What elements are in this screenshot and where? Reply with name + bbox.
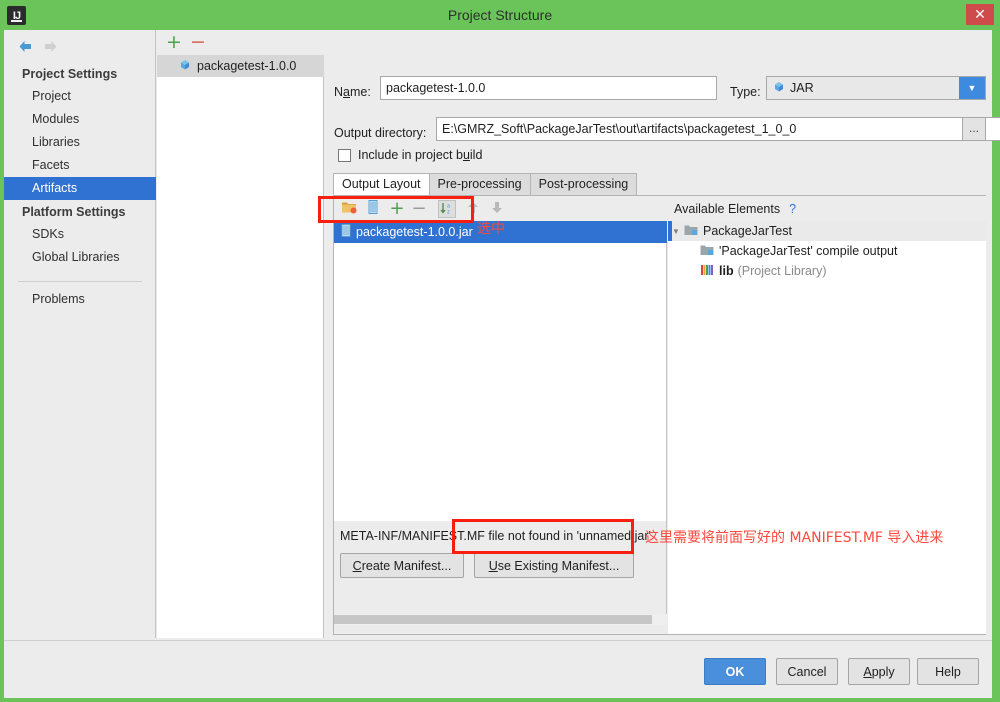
manifest-panel: META-INF/MANIFEST.MF file not found in '… — [334, 521, 667, 614]
available-elements-tree: ▼ PackageJarTest 'PackageJarTest' compil… — [668, 221, 986, 634]
navigation-arrows — [14, 36, 61, 60]
tab-pre-processing[interactable]: Pre-processing — [428, 173, 531, 195]
output-jar-label: packagetest-1.0.0.jar — [356, 225, 473, 239]
output-layout-panel: + − a z packagetest-1.0.0.jar META-INF/M… — [333, 195, 986, 635]
annotation-select-note: 选中 — [477, 221, 505, 237]
library-icon — [700, 264, 714, 279]
help-button[interactable]: Help — [917, 658, 979, 685]
list-item[interactable]: packagetest-1.0.0 — [157, 55, 324, 77]
close-icon[interactable]: ✕ — [966, 4, 994, 25]
tree-node-module[interactable]: ▼ PackageJarTest — [668, 221, 986, 241]
scrollbar-thumb[interactable] — [334, 615, 652, 624]
module-icon — [684, 224, 698, 239]
name-label: Name: — [334, 85, 371, 99]
settings-sidebar: Project Settings Project Modules Librari… — [4, 30, 156, 638]
sidebar-item-facets[interactable]: Facets — [4, 154, 156, 177]
browse-output-directory-button[interactable]: ... — [962, 117, 986, 141]
include-in-project-build-label: Include in project build — [358, 148, 483, 162]
horizontal-scrollbar[interactable] — [334, 614, 667, 625]
tab-post-processing[interactable]: Post-processing — [529, 173, 638, 195]
create-manifest-button[interactable]: Create Manifest... — [340, 553, 464, 578]
add-artifact-button[interactable]: + — [165, 33, 183, 52]
artifact-name-label: packagetest-1.0.0 — [197, 59, 297, 73]
move-up-icon[interactable] — [464, 200, 482, 218]
tab-output-layout[interactable]: Output Layout — [333, 173, 430, 195]
ok-button[interactable]: OK — [704, 658, 766, 685]
artifacts-list-panel: + − packagetest-1.0.0 — [157, 30, 324, 638]
artifact-jar-icon — [179, 59, 191, 74]
artifacts-toolbar: + − — [157, 30, 324, 55]
window-title: Project Structure — [447, 7, 553, 23]
selection-marker — [668, 221, 672, 241]
arrow-left-icon[interactable] — [14, 36, 36, 58]
move-down-icon[interactable] — [488, 200, 506, 218]
add-element-icon[interactable]: + — [388, 200, 406, 218]
type-dropdown[interactable]: JAR ▼ — [766, 76, 986, 100]
sidebar-divider — [18, 281, 142, 282]
tree-node-compile-output[interactable]: 'PackageJarTest' compile output — [668, 241, 986, 261]
output-layout-tree: packagetest-1.0.0.jar — [334, 221, 667, 521]
include-in-project-build-checkbox[interactable]: Include in project build — [338, 148, 482, 162]
sidebar-item-libraries[interactable]: Libraries — [4, 131, 156, 154]
artifact-jar-icon — [773, 81, 785, 96]
sidebar-item-modules[interactable]: Modules — [4, 108, 156, 131]
sidebar-group-platform-settings: Platform Settings — [22, 205, 126, 219]
remove-element-icon[interactable]: − — [410, 200, 428, 218]
sidebar-item-global-libraries[interactable]: Global Libraries — [4, 246, 156, 269]
sidebar-list: Project Settings Project Modules Librari… — [4, 62, 156, 311]
arrow-right-icon[interactable] — [39, 36, 61, 58]
available-elements-header: Available Elements ? — [668, 196, 986, 221]
add-archive-icon[interactable] — [364, 200, 382, 218]
manifest-message: META-INF/MANIFEST.MF file not found in '… — [340, 529, 651, 543]
sidebar-item-artifacts[interactable]: Artifacts — [4, 177, 156, 200]
tree-node-sublabel: (Project Library) — [737, 264, 827, 278]
sidebar-item-project[interactable]: Project — [4, 85, 156, 108]
sidebar-group-project-settings: Project Settings — [22, 67, 118, 81]
tree-node-label: PackageJarTest — [703, 224, 792, 238]
jar-archive-icon — [341, 224, 351, 240]
svg-text:z: z — [447, 210, 450, 216]
type-label: Type: — [730, 85, 761, 99]
name-input[interactable]: packagetest-1.0.0 — [380, 76, 717, 100]
annotation-manifest-note: 这里需要将前面写好的 MANIFEST.MF 导入进来 — [645, 530, 944, 546]
tree-node-library[interactable]: lib (Project Library) — [668, 261, 986, 281]
help-icon[interactable]: ? — [789, 202, 796, 216]
sort-alphabetically-icon[interactable]: a z — [438, 200, 456, 218]
chevron-down-icon[interactable]: ▼ — [959, 77, 985, 99]
add-directory-icon[interactable] — [340, 200, 358, 218]
dialog-button-bar: OK Cancel Apply Help — [4, 640, 992, 698]
cancel-button[interactable]: Cancel — [776, 658, 838, 685]
tree-node-label: 'PackageJarTest' compile output — [719, 244, 898, 258]
sidebar-item-problems[interactable]: Problems — [4, 288, 156, 311]
use-existing-manifest-button[interactable]: Use Existing Manifest... — [474, 553, 634, 578]
type-value-label: JAR — [790, 81, 814, 95]
dialog-content: Project Settings Project Modules Librari… — [4, 30, 1000, 670]
project-structure-dialog: IJ Project Structure ✕ Project Settings … — [0, 0, 1000, 702]
tree-node-label: lib — [719, 264, 734, 278]
apply-button[interactable]: Apply — [848, 658, 910, 685]
editor-tabs: Output Layout Pre-processing Post-proces… — [333, 173, 638, 195]
remove-artifact-button[interactable]: − — [189, 33, 207, 52]
output-directory-input[interactable]: E:\GMRZ_Soft\PackageJarTest\out\artifact… — [436, 117, 1000, 141]
compile-output-icon — [700, 244, 714, 259]
checkbox-box[interactable] — [338, 148, 351, 162]
titlebar: IJ Project Structure ✕ — [0, 0, 1000, 30]
output-directory-label: Output directory: — [334, 126, 427, 140]
available-elements-label: Available Elements — [674, 201, 781, 216]
sidebar-item-sdks[interactable]: SDKs — [4, 223, 156, 246]
